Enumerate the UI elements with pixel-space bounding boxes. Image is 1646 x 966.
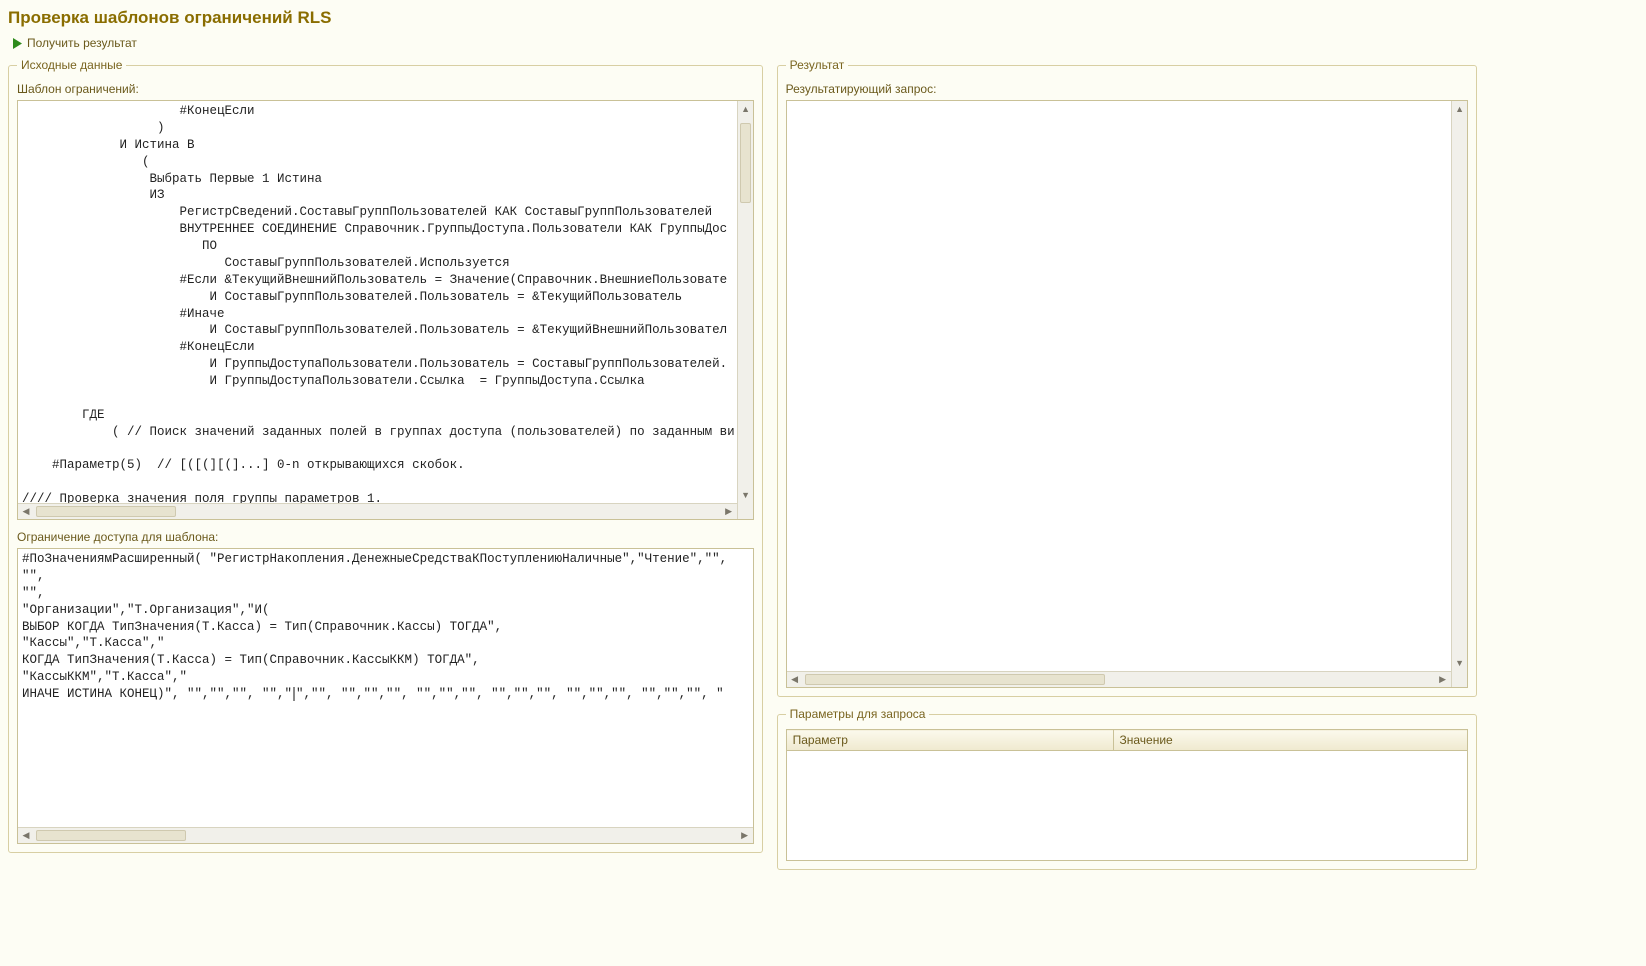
run-button-label: Получить результат <box>27 36 137 50</box>
result-vscroll[interactable]: ▲ ▼ <box>1451 101 1467 671</box>
run-button[interactable]: Получить результат <box>8 34 141 52</box>
access-editor[interactable]: #ПоЗначениямРасширенный( "РегистрНакопле… <box>17 548 754 844</box>
source-legend: Исходные данные <box>17 58 126 72</box>
scroll-up-icon[interactable]: ▲ <box>1452 101 1468 117</box>
params-legend: Параметры для запроса <box>786 707 930 721</box>
toolbar: Получить результат <box>8 34 1638 52</box>
template-hscroll[interactable]: ◀ ▶ <box>18 503 737 519</box>
scroll-down-icon[interactable]: ▼ <box>1452 655 1468 671</box>
access-label: Ограничение доступа для шаблона: <box>17 530 754 544</box>
scroll-left-icon[interactable]: ◀ <box>18 504 34 520</box>
access-code[interactable]: #ПоЗначениямРасширенный( "РегистрНакопле… <box>18 549 753 827</box>
result-group: Результат Результатирующий запрос: ▲ ▼ ◀… <box>777 58 1477 697</box>
template-code[interactable]: #КонецЕсли ) И Истина В ( Выбрать Первые… <box>18 101 753 503</box>
scroll-right-icon[interactable]: ▶ <box>737 828 753 844</box>
result-viewer[interactable]: ▲ ▼ ◀ ▶ <box>786 100 1468 688</box>
page-title: Проверка шаблонов ограничений RLS <box>8 8 1638 28</box>
result-hscroll[interactable]: ◀ ▶ <box>787 671 1451 687</box>
access-hscroll[interactable]: ◀ ▶ <box>18 827 753 843</box>
result-label: Результатирующий запрос: <box>786 82 1468 96</box>
params-col-param[interactable]: Параметр <box>786 730 1113 751</box>
params-col-value[interactable]: Значение <box>1113 730 1467 751</box>
scroll-thumb[interactable] <box>36 506 176 517</box>
params-table[interactable]: Параметр Значение <box>786 729 1468 751</box>
scroll-right-icon[interactable]: ▶ <box>721 504 737 520</box>
template-editor[interactable]: #КонецЕсли ) И Истина В ( Выбрать Первые… <box>17 100 754 520</box>
play-icon <box>12 38 23 49</box>
template-label: Шаблон ограничений: <box>17 82 754 96</box>
source-group: Исходные данные Шаблон ограничений: #Кон… <box>8 58 763 853</box>
result-legend: Результат <box>786 58 849 72</box>
result-code <box>787 101 1467 671</box>
scroll-thumb[interactable] <box>36 830 186 841</box>
params-body[interactable] <box>786 751 1468 861</box>
scroll-down-icon[interactable]: ▼ <box>738 487 754 503</box>
scroll-thumb[interactable] <box>740 123 751 203</box>
scroll-right-icon[interactable]: ▶ <box>1435 672 1451 688</box>
params-group: Параметры для запроса Параметр Значение <box>777 707 1477 870</box>
scroll-thumb[interactable] <box>805 674 1105 685</box>
scroll-left-icon[interactable]: ◀ <box>18 828 34 844</box>
template-vscroll[interactable]: ▲ ▼ <box>737 101 753 503</box>
scroll-up-icon[interactable]: ▲ <box>738 101 754 117</box>
text-caret <box>293 687 295 701</box>
scroll-left-icon[interactable]: ◀ <box>787 672 803 688</box>
